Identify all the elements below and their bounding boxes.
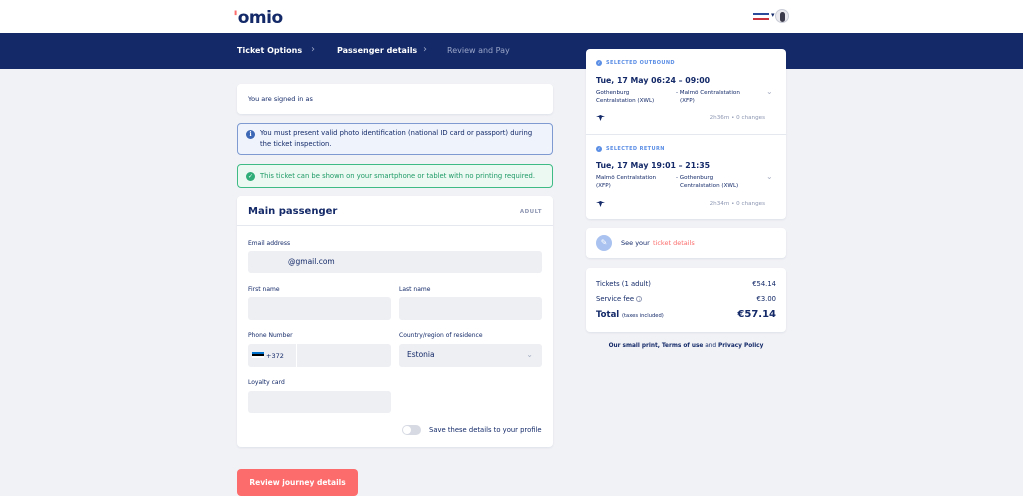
privacy-link[interactable]: Privacy Policy — [718, 343, 763, 349]
top-bar: 'omio ▾ — [0, 0, 1023, 33]
total-value: €57.14 — [737, 309, 776, 320]
return-to-line1: - Gothenburg — [676, 175, 714, 181]
divider — [586, 134, 786, 135]
language-flag-icon[interactable] — [753, 13, 769, 20]
divider — [296, 344, 297, 367]
outbound-summary: 2h36m • 0 changes — [709, 115, 765, 121]
email-label: Email address — [248, 240, 291, 247]
return-from-line2: (XFP) — [596, 183, 611, 189]
loyalty-card-field[interactable] — [248, 391, 391, 413]
total-label: Total — [596, 310, 620, 320]
return-label: SELECTED RETURN — [606, 146, 665, 152]
id-notice-line1: You must present valid photo identificat… — [260, 129, 533, 137]
tickets-value: €54.14 — [752, 280, 776, 288]
id-notice: i You must present valid photo identific… — [237, 123, 553, 155]
outbound-from-line1: Gothenburg — [596, 90, 630, 96]
chevron-down-icon[interactable]: ▾ — [771, 11, 775, 19]
id-notice-line2: the ticket inspection. — [260, 140, 332, 148]
outbound-from-line2: Centralstation (XWL) — [596, 98, 655, 104]
loyalty-label: Loyalty card — [248, 379, 285, 386]
ticket-icon: ✎ — [596, 235, 612, 251]
chevron-down-icon: ⌄ — [526, 350, 533, 359]
legal-links: Our small print, Terms of use and Privac… — [586, 343, 786, 349]
phone-label: Phone Number — [248, 332, 293, 339]
omio-logo[interactable]: 'omio — [233, 8, 283, 28]
email-field[interactable]: @gmail.com — [248, 251, 542, 273]
outbound-label: SELECTED OUTBOUND — [606, 60, 675, 66]
mobile-ticket-notice: ✓ This ticket can be shown on your smart… — [237, 164, 553, 188]
check-icon: ✓ — [596, 146, 602, 152]
terms-link[interactable]: Terms of use — [662, 343, 704, 349]
last-name-label: Last name — [399, 286, 431, 293]
help-icon[interactable]: i — [636, 296, 643, 302]
divider — [237, 225, 553, 226]
price-summary: Tickets (1 adult) €54.14 Service fee i €… — [586, 268, 786, 332]
mobile-ticket-text: This ticket can be shown on your smartph… — [260, 172, 536, 180]
first-name-field[interactable] — [248, 297, 391, 320]
tickets-label: Tickets (1 adult) — [596, 280, 651, 288]
chevron-down-icon[interactable]: ⌄ — [766, 172, 773, 181]
passenger-title: Main passenger — [248, 206, 338, 217]
ticket-details-card[interactable]: ✎ See your ticket details — [586, 228, 786, 258]
passenger-type-badge: ADULT — [519, 209, 542, 215]
chevron-right-icon: › — [311, 44, 315, 55]
phone-country-code[interactable]: +372 — [266, 352, 284, 360]
outbound-to-line1: - Malmö Centralstation — [676, 90, 740, 96]
return-from-line1: Malmö Centralstation — [596, 175, 657, 181]
return-to-line2: Centralstation (XWL) — [680, 183, 739, 189]
signed-in-card: You are signed in as — [237, 84, 553, 114]
chevron-right-icon: › — [423, 44, 427, 55]
step-review-and-pay: Review and Pay — [447, 46, 510, 55]
step-passenger-details: Passenger details — [337, 46, 418, 55]
check-icon: ✓ — [596, 60, 602, 66]
checkout-steps: Ticket Options › Passenger details › Rev… — [0, 33, 1023, 69]
save-details-label: Save these details to your profile — [429, 426, 542, 434]
avatar[interactable] — [775, 9, 789, 23]
first-name-label: First name — [248, 286, 280, 293]
main-passenger-form: Main passenger ADULT Email address @gmai… — [237, 196, 553, 447]
ticket-details-lead: See your — [621, 239, 650, 247]
country-select[interactable]: Estonia ⌄ — [399, 344, 542, 367]
small-print-link[interactable]: Our small print, — [609, 343, 660, 349]
email-value: @gmail.com — [288, 257, 335, 266]
train-operator-icon — [596, 201, 605, 207]
review-journey-button[interactable]: Review journey details — [237, 469, 358, 496]
info-icon: i — [246, 130, 255, 139]
return-summary: 2h34m • 0 changes — [709, 201, 765, 207]
phone-field[interactable]: +372 — [248, 344, 391, 367]
service-fee-label: Service fee i — [596, 295, 643, 303]
journey-summary: ✓ SELECTED OUTBOUND Tue, 17 May 06:24 – … — [586, 49, 786, 219]
ticket-details-link[interactable]: ticket details — [653, 239, 695, 247]
return-date-time: Tue, 17 May 19:01 – 21:35 — [596, 161, 711, 170]
outbound-date-time: Tue, 17 May 06:24 – 09:00 — [596, 76, 711, 85]
last-name-field[interactable] — [399, 297, 542, 320]
save-details-toggle[interactable] — [402, 425, 421, 435]
step-ticket-options[interactable]: Ticket Options — [237, 46, 302, 55]
estonia-flag-icon[interactable] — [252, 352, 264, 358]
country-value: Estonia — [407, 350, 435, 359]
legal-connector: and — [705, 343, 717, 349]
service-fee-value: €3.00 — [756, 295, 776, 303]
total-note: (taxes included) — [622, 313, 664, 319]
country-label: Country/region of residence — [399, 332, 483, 339]
train-operator-icon — [596, 115, 605, 121]
signed-in-text: You are signed in as — [248, 95, 313, 103]
checkmark-icon: ✓ — [246, 172, 255, 181]
chevron-down-icon[interactable]: ⌄ — [766, 87, 773, 96]
outbound-to-line2: (XFP) — [680, 98, 695, 104]
